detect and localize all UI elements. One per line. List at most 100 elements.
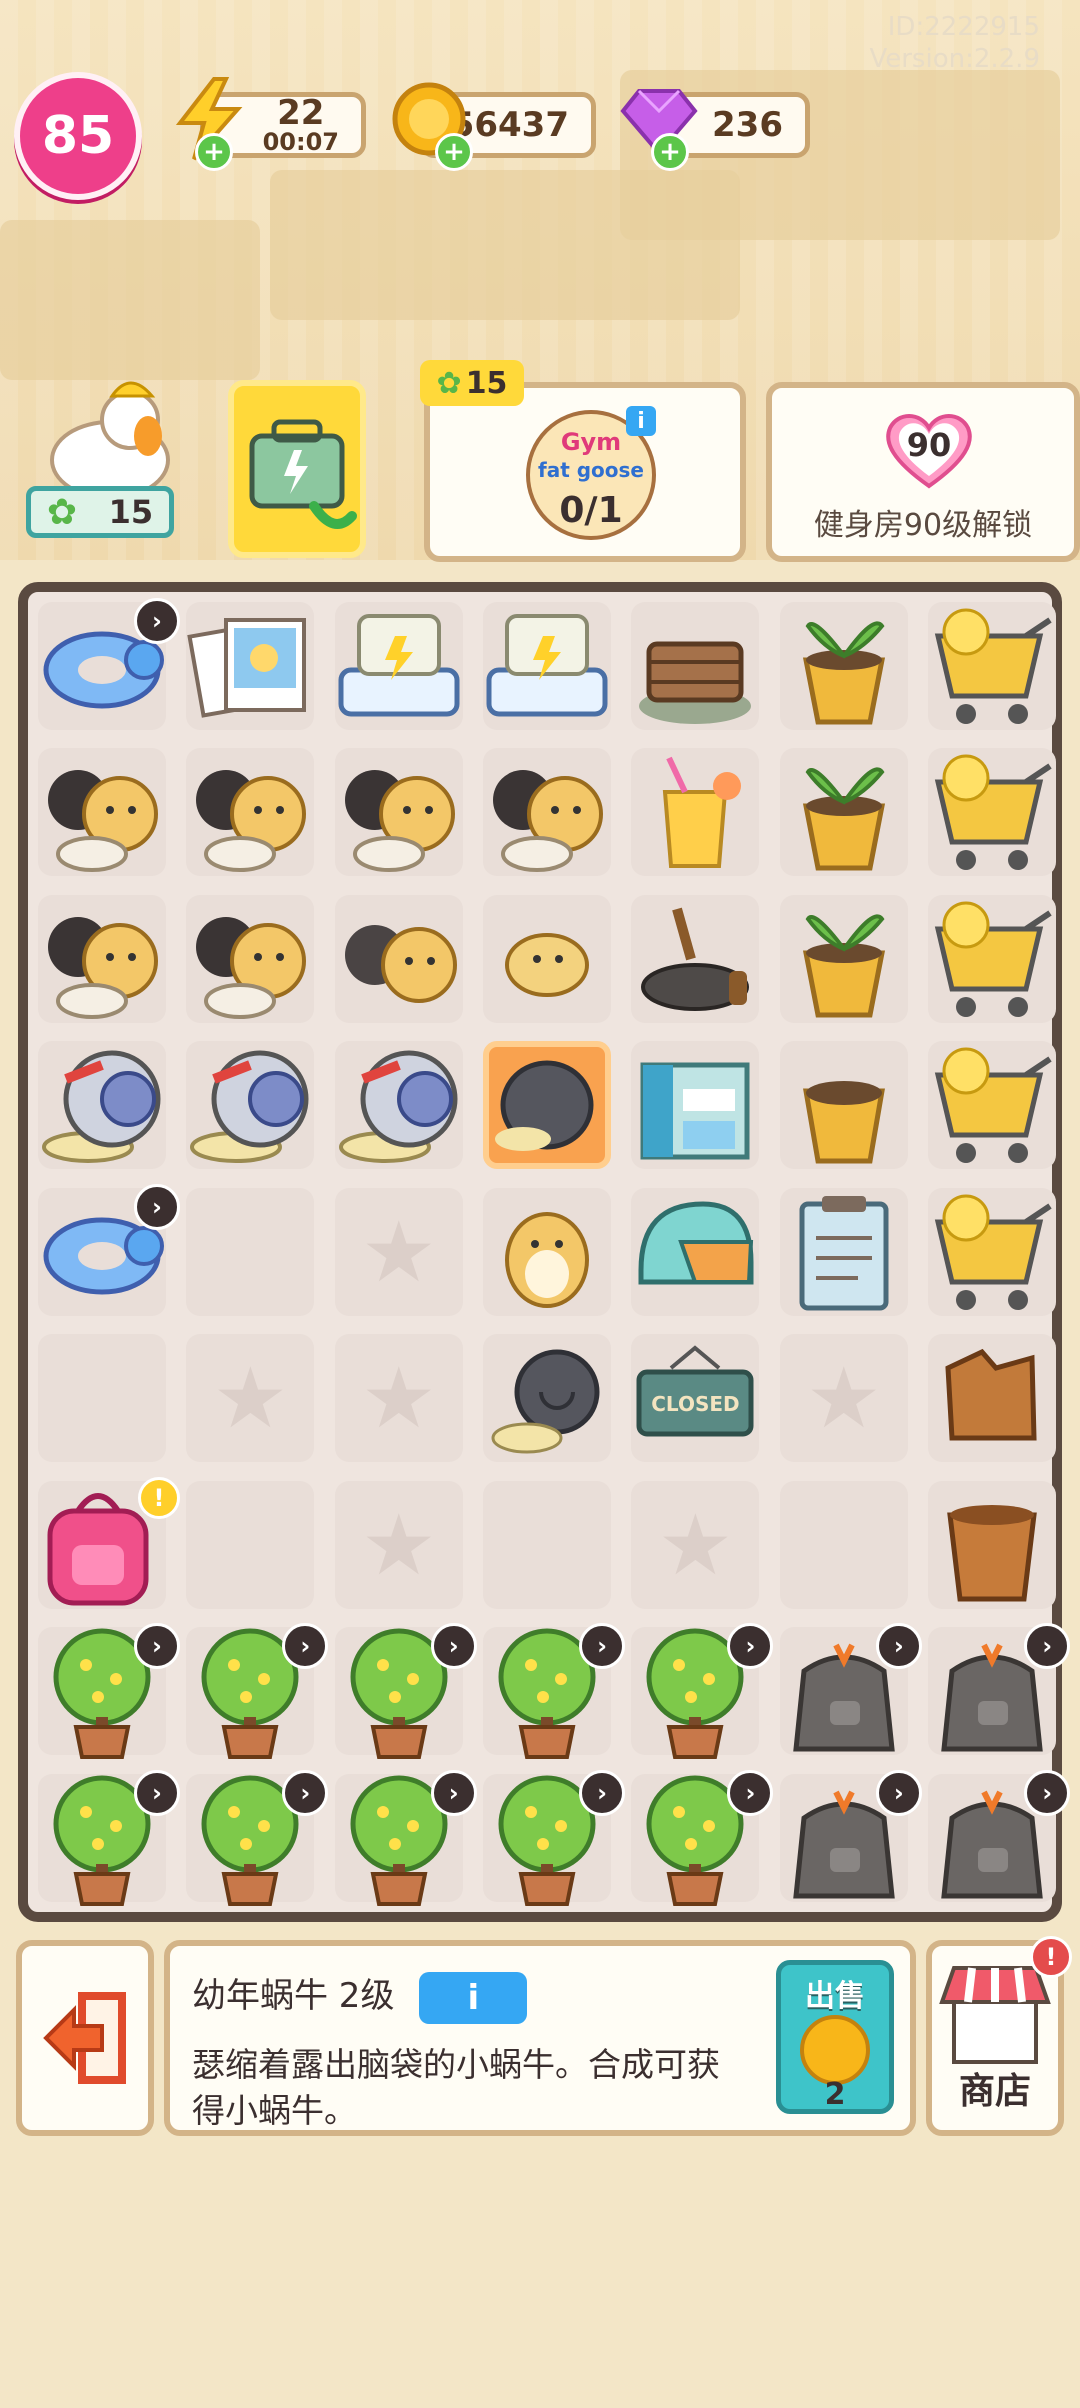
- treadmill-icon[interactable]: [329, 596, 469, 736]
- gym-unlock-panel: 90 健身房90级解锁: [766, 382, 1080, 562]
- wooden-bucket-icon[interactable]: [922, 1475, 1062, 1615]
- closed-sign-text: CLOSED: [651, 1392, 740, 1417]
- hamster-family-icon[interactable]: [180, 742, 320, 882]
- snail-helmet-icon[interactable]: [32, 1035, 172, 1175]
- board-cell[interactable]: [779, 1334, 908, 1463]
- item-description: 瑟缩着露出脑袋的小蜗牛。合成可获得小蜗牛。: [192, 2045, 720, 2130]
- sell-price: 2: [824, 2077, 846, 2112]
- timer-icon: ›: [430, 1623, 477, 1670]
- version-text: Version:2.2.9: [869, 44, 1040, 74]
- hamster-family-icon[interactable]: [180, 889, 320, 1029]
- board-cell[interactable]: [186, 1334, 315, 1463]
- board-cell[interactable]: [334, 1480, 463, 1609]
- board-cell[interactable]: [483, 1480, 612, 1609]
- photo-frames-icon[interactable]: [180, 596, 320, 736]
- hamster-family-icon[interactable]: [477, 742, 617, 882]
- sprout-pot-icon[interactable]: [774, 889, 914, 1029]
- gym-info-icon[interactable]: i: [626, 406, 656, 436]
- goose-worker[interactable]: ✿ 15: [20, 370, 180, 550]
- cycling-helmet-icon[interactable]: [625, 1182, 765, 1322]
- hamster-family-icon[interactable]: [32, 742, 172, 882]
- coin-counter[interactable]: + 56437: [392, 82, 596, 171]
- snail-helmet-icon[interactable]: [180, 1035, 320, 1175]
- shop-label: 商店: [958, 2071, 1031, 2112]
- energy-plus-icon[interactable]: +: [195, 133, 233, 171]
- gym-clover-value: 15: [465, 365, 508, 401]
- goose-icon: [50, 381, 170, 500]
- broken-stump-icon[interactable]: [922, 1328, 1062, 1468]
- baby-snail-icon[interactable]: [477, 1035, 617, 1175]
- shopping-cart-icon[interactable]: [922, 889, 1062, 1029]
- timer-icon: ›: [727, 1623, 774, 1670]
- gym-building-icon[interactable]: [625, 1035, 765, 1175]
- frying-pan-icon[interactable]: [625, 889, 765, 1029]
- board-cell[interactable]: [38, 1334, 166, 1463]
- background-boxes: [0, 220, 260, 380]
- board-cell[interactable]: [334, 1334, 463, 1463]
- gym-logo-bottom: fat goose: [538, 458, 644, 482]
- timer-icon: ›: [134, 1183, 180, 1230]
- sprout-pot-icon[interactable]: [774, 596, 914, 736]
- clover-icon: ✿: [46, 491, 77, 533]
- shop-button[interactable]: 商店 !: [926, 1936, 1072, 2136]
- soil-pot-icon[interactable]: [774, 1035, 914, 1175]
- gem-value: 236: [712, 105, 783, 145]
- exit-button[interactable]: [16, 1940, 154, 2136]
- shopping-cart-icon[interactable]: [922, 742, 1062, 882]
- heart-level-icon: 90: [882, 410, 976, 490]
- treadmill-icon[interactable]: [477, 596, 617, 736]
- sprout-pot-icon[interactable]: [774, 742, 914, 882]
- item-name: 幼年蜗牛 2级: [192, 1976, 395, 2016]
- baby-hamster-icon[interactable]: [477, 889, 617, 1029]
- timer-icon: ›: [134, 598, 180, 644]
- level-value: 85: [41, 106, 115, 166]
- hamster-family-icon[interactable]: [329, 742, 469, 882]
- hamster-icon[interactable]: [477, 1182, 617, 1322]
- clipboard-icon[interactable]: [774, 1182, 914, 1322]
- exit-icon: [43, 1992, 126, 2084]
- shopping-cart-icon[interactable]: [922, 1182, 1062, 1322]
- coin-plus-icon[interactable]: +: [435, 133, 473, 171]
- orange-juice-icon[interactable]: [625, 742, 765, 882]
- board-cell[interactable]: [334, 1187, 463, 1316]
- unlock-level-value: 90: [906, 426, 952, 464]
- clover-counter: ✿ 15: [26, 486, 174, 538]
- timer-icon: ›: [875, 1623, 922, 1670]
- energy-value: 22: [277, 93, 325, 133]
- board-cell[interactable]: [631, 1480, 760, 1609]
- gym-task-panel[interactable]: ✿ 15 Gym fat goose 0/1 i: [420, 360, 746, 562]
- shopping-cart-icon[interactable]: [922, 596, 1062, 736]
- item-info-button[interactable]: i: [419, 1971, 528, 2024]
- level-badge[interactable]: 85: [14, 72, 142, 200]
- timer-icon: ›: [579, 1623, 626, 1670]
- clover-value: 15: [108, 493, 154, 531]
- sell-button[interactable]: 出售 2: [776, 1960, 894, 2114]
- timer-icon: ›: [282, 1769, 329, 1816]
- hamster-family-icon[interactable]: [32, 889, 172, 1029]
- woodpile-icon[interactable]: [625, 596, 765, 736]
- backpack-alert-icon: !: [138, 1476, 180, 1519]
- gem-plus-icon[interactable]: +: [651, 133, 689, 171]
- timer-icon: ›: [282, 1623, 329, 1670]
- toolbox-button[interactable]: [228, 380, 366, 558]
- timer-icon: ›: [430, 1769, 477, 1816]
- shopping-cart-icon[interactable]: [922, 1035, 1062, 1175]
- board-cell[interactable]: [186, 1187, 315, 1316]
- hamster-pair-icon[interactable]: [329, 889, 469, 1029]
- energy-timer: 00:07: [262, 128, 339, 156]
- toolbox-icon: [249, 419, 357, 529]
- energy-counter[interactable]: + 22 00:07: [175, 77, 366, 171]
- unlock-text: 健身房90级解锁: [813, 508, 1033, 543]
- board-cell[interactable]: [779, 1480, 908, 1609]
- timer-icon: ›: [727, 1769, 774, 1816]
- board-cell[interactable]: [186, 1480, 315, 1609]
- gym-clover-icon: ✿: [436, 365, 462, 401]
- sell-coin-icon: [800, 2015, 870, 2085]
- item-title-row: 幼年蜗牛 2级 i: [192, 1968, 528, 2024]
- snail-helmet-icon[interactable]: [329, 1035, 469, 1175]
- gem-counter[interactable]: + 236: [620, 89, 810, 171]
- shop-alert-icon: !: [1030, 1936, 1072, 1978]
- snail-icon[interactable]: [477, 1328, 617, 1468]
- timer-icon: ›: [579, 1769, 626, 1816]
- player-id: ID:2222915: [887, 12, 1040, 42]
